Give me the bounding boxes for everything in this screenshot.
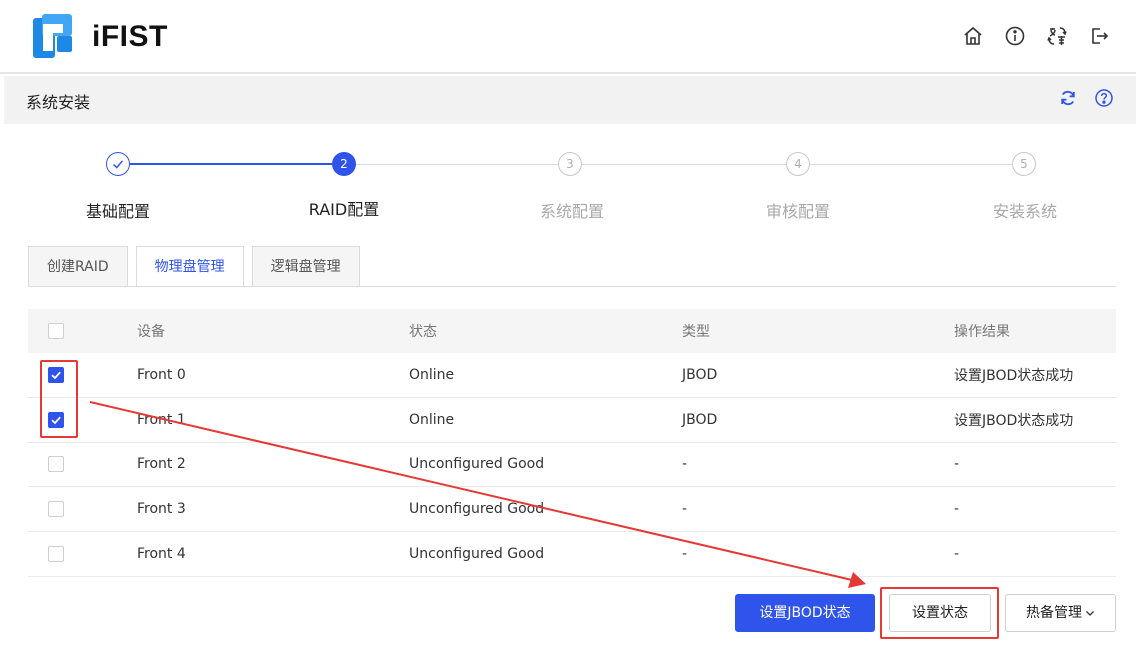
cell-type: -: [682, 456, 688, 473]
tab-create-raid[interactable]: 创建RAID: [28, 246, 128, 286]
table-row[interactable]: Front 2 Unconfigured Good - -: [28, 443, 1116, 488]
checkmark-icon: [51, 416, 61, 424]
row-checkbox[interactable]: [48, 411, 64, 428]
cell-state: Unconfigured Good: [409, 501, 545, 518]
cell-device: Front 3: [137, 501, 186, 518]
cell-result: -: [954, 501, 960, 518]
page-title-bar: 系统安装: [4, 76, 1136, 124]
cell-state: Unconfigured Good: [409, 545, 545, 562]
set-state-button[interactable]: 设置状态: [889, 594, 991, 632]
row-checkbox[interactable]: [48, 501, 64, 518]
step-connector: [810, 164, 1012, 165]
cell-device: Front 1: [137, 411, 186, 428]
step-5-label: 安装系统: [992, 202, 1058, 221]
row-checkbox[interactable]: [48, 366, 64, 383]
step-connector: [582, 164, 786, 165]
cell-type: JBOD: [682, 366, 718, 383]
hotspare-manage-dropdown[interactable]: 热备管理: [1005, 594, 1116, 632]
cell-state: Unconfigured Good: [409, 456, 545, 473]
app-header: iFIST: [0, 0, 1136, 74]
step-3-circle: 3: [558, 152, 582, 176]
table-header: 设备 状态 类型 操作结果: [28, 309, 1116, 353]
step-1-label: 基础配置: [85, 202, 151, 221]
raid-tabs: 创建RAID 物理盘管理 逻辑盘管理: [28, 246, 368, 287]
hotspare-manage-label: 热备管理: [1026, 605, 1082, 621]
header-result: 操作结果: [954, 324, 1010, 340]
table-row[interactable]: Front 0 Online JBOD 设置JBOD状态成功: [28, 353, 1116, 398]
cell-state: Online: [409, 411, 455, 428]
cell-device: Front 2: [137, 456, 186, 473]
row-checkbox[interactable]: [48, 545, 64, 562]
table-row[interactable]: Front 1 Online JBOD 设置JBOD状态成功: [28, 398, 1116, 443]
step-connector: [356, 164, 558, 165]
step-4-circle: 4: [786, 152, 810, 176]
home-icon[interactable]: [962, 25, 984, 47]
chevron-down-icon: [1086, 611, 1094, 616]
step-5-circle: 5: [1012, 152, 1036, 176]
table-row[interactable]: Front 3 Unconfigured Good - -: [28, 487, 1116, 532]
logout-icon[interactable]: [1088, 25, 1110, 47]
cell-result: 设置JBOD状态成功: [954, 367, 1074, 384]
tab-divider: [28, 286, 1116, 287]
cell-type: -: [682, 545, 688, 562]
refresh-icon[interactable]: [1058, 88, 1078, 108]
cell-state: Online: [409, 366, 455, 383]
row-checkbox[interactable]: [48, 456, 64, 473]
physical-disk-table: 设备 状态 类型 操作结果 Front 0 Online JBOD 设置JBOD…: [28, 309, 1116, 577]
info-icon[interactable]: [1004, 25, 1026, 47]
install-steps: 2 3 4 5 基础配置 RAID配置 系统配置 审核配置 安装系统: [0, 140, 1136, 230]
page-title: 系统安装: [26, 93, 91, 112]
step-4-label: 审核配置: [765, 202, 831, 221]
checkmark-icon: [51, 371, 61, 380]
help-icon[interactable]: [1094, 88, 1114, 108]
step-3-label: 系统配置: [539, 202, 605, 221]
ifist-logo-icon: [33, 14, 72, 58]
cell-device: Front 4: [137, 545, 186, 562]
step-connector: [130, 163, 332, 165]
set-jbod-state-button[interactable]: 设置JBOD状态: [735, 594, 875, 632]
cell-result: -: [954, 545, 960, 562]
header-state: 状态: [409, 324, 437, 340]
tab-logical-disk[interactable]: 逻辑盘管理: [251, 246, 360, 286]
cell-device: Front 0: [137, 366, 186, 383]
cell-result: -: [954, 456, 960, 473]
tab-physical-disk[interactable]: 物理盘管理: [135, 246, 244, 287]
language-icon[interactable]: [1046, 25, 1068, 47]
step-1-circle: [106, 152, 130, 176]
select-all-checkbox[interactable]: [48, 323, 64, 339]
check-icon: [112, 160, 124, 169]
header-device: 设备: [137, 324, 165, 340]
step-2-label: RAID配置: [308, 200, 380, 219]
cell-result: 设置JBOD状态成功: [954, 412, 1074, 429]
brand-name: iFIST: [92, 20, 168, 53]
cell-type: JBOD: [682, 411, 718, 428]
table-row[interactable]: Front 4 Unconfigured Good - -: [28, 532, 1116, 577]
step-2-circle: 2: [332, 152, 356, 176]
cell-type: -: [682, 501, 688, 518]
header-type: 类型: [682, 324, 710, 340]
